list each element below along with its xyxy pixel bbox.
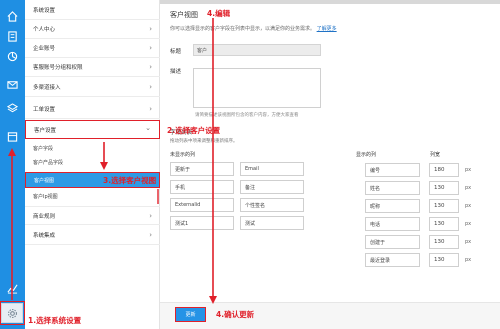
hidden-field-chip[interactable]: Externalid bbox=[170, 198, 234, 212]
chevron-right-icon: › bbox=[149, 25, 152, 33]
column-width-input[interactable]: 180 bbox=[429, 163, 459, 177]
menu-item-label: 工单设置 bbox=[33, 107, 56, 113]
menu-item-personal-center[interactable]: 个人中心 › bbox=[25, 20, 160, 39]
mail-icon[interactable] bbox=[4, 76, 21, 93]
description-label: 描述 bbox=[170, 69, 182, 75]
submenu-customer-fields[interactable]: 客户字段 bbox=[25, 141, 160, 156]
chevron-right-icon: › bbox=[149, 44, 152, 52]
shown-field-chip[interactable]: 最近登录 bbox=[365, 253, 420, 267]
column-width-input[interactable]: 130 bbox=[429, 253, 459, 267]
shown-field-chip[interactable]: 编号 bbox=[365, 163, 420, 177]
hidden-field-chip[interactable]: 个性签名 bbox=[240, 198, 304, 212]
chart-icon[interactable] bbox=[4, 48, 21, 65]
hidden-field-chip[interactable]: 测试1 bbox=[170, 216, 234, 230]
description-hint: 请简要描述该视图所包含的客户内容，方便大家查看 bbox=[195, 113, 299, 118]
menu-item-label: 系统集成 bbox=[33, 233, 56, 239]
annotation-step1: 1.选择系统设置 bbox=[28, 316, 82, 325]
title-input[interactable] bbox=[193, 44, 321, 56]
menu-item-integrations[interactable]: 系统集成 › bbox=[25, 226, 160, 245]
column-width-input[interactable]: 130 bbox=[429, 199, 459, 213]
hidden-field-chip[interactable]: 测试 bbox=[240, 216, 304, 230]
menu-item-label: 商业规则 bbox=[33, 213, 56, 220]
shown-columns-header: 显示的列 bbox=[356, 152, 377, 158]
stack-icon[interactable] bbox=[4, 100, 21, 117]
shown-field-chip[interactable]: 电话 bbox=[365, 217, 420, 231]
description-textarea[interactable] bbox=[193, 68, 321, 108]
column-width-input[interactable]: 130 bbox=[429, 217, 459, 231]
chevron-right-icon: › bbox=[149, 105, 152, 113]
column-width-input[interactable]: 130 bbox=[429, 181, 459, 195]
hidden-field-chip[interactable]: 备注 bbox=[240, 180, 304, 194]
px-unit: px bbox=[465, 239, 472, 245]
menu-item-channels[interactable]: 多渠道接入 › bbox=[25, 78, 160, 97]
shown-field-chip[interactable]: 姓名 bbox=[365, 181, 420, 195]
chevron-down-icon: ⌄ bbox=[145, 124, 151, 132]
chevron-right-icon: › bbox=[149, 231, 152, 239]
px-unit: px bbox=[465, 257, 472, 263]
menu-item-label: 个人中心 bbox=[33, 27, 56, 33]
px-unit: px bbox=[465, 167, 472, 173]
hidden-field-chip[interactable]: 手机 bbox=[170, 180, 234, 194]
main-panel: 客户视图 你可以选择显示的客户字段在列表中显示，以满足你的业务需求。 了解更多 … bbox=[160, 0, 500, 329]
shown-field-chip[interactable]: 昵称 bbox=[365, 199, 420, 213]
top-strip bbox=[160, 0, 500, 4]
menu-item-label: 企业账号 bbox=[33, 46, 56, 52]
page-description: 你可以选择显示的客户字段在列表中显示，以满足你的业务需求。 了解更多 bbox=[170, 25, 337, 32]
menu-item-business-rules[interactable]: 商业规则 › bbox=[25, 206, 160, 225]
bottom-action-bar bbox=[160, 302, 500, 329]
annotation-step2: 2.选择客户设置 bbox=[167, 126, 221, 135]
menu-item-customer-settings[interactable]: 客户设置 ⌄ bbox=[25, 120, 160, 139]
page-title: 客户视图 bbox=[170, 11, 198, 19]
shown-field-chip[interactable]: 创建于 bbox=[365, 235, 420, 249]
hidden-columns-header: 未显示的列 bbox=[170, 152, 196, 158]
description-text: 你可以选择显示的客户字段在列表中显示，以满足你的业务需求。 bbox=[170, 26, 316, 32]
column-width-input[interactable]: 130 bbox=[429, 235, 459, 249]
annotation-step3: 3.选择客户视图 bbox=[103, 176, 157, 185]
chevron-right-icon: › bbox=[149, 83, 152, 91]
calendar-icon[interactable] bbox=[4, 128, 21, 145]
settings-menu: 系统设置 个人中心 › 企业账号 › 客服账号分组和权限 › 多渠道接入 › 工… bbox=[25, 0, 160, 329]
settings-highlight bbox=[0, 301, 25, 325]
update-button[interactable]: 更新 bbox=[175, 307, 206, 322]
submenu-customer-product-fields[interactable]: 客户产品字段 bbox=[25, 155, 160, 170]
px-unit: px bbox=[465, 185, 472, 191]
analytics-icon[interactable] bbox=[4, 280, 21, 297]
px-unit: px bbox=[465, 203, 472, 209]
px-unit: px bbox=[465, 221, 472, 227]
annotation-step4-edit: 4.编辑 bbox=[207, 9, 231, 18]
chevron-right-icon: › bbox=[149, 212, 152, 220]
menu-item-label: 多渠道接入 bbox=[33, 85, 61, 91]
hidden-field-chip[interactable]: Email bbox=[240, 162, 304, 176]
icon-rail bbox=[0, 0, 25, 329]
annotation-step4-confirm: 4.确认更新 bbox=[216, 310, 255, 319]
menu-item-ticket-settings[interactable]: 工单设置 › bbox=[25, 100, 160, 119]
menu-item-label: 客服账号分组和权限 bbox=[33, 65, 83, 71]
learn-more-link[interactable]: 了解更多 bbox=[317, 26, 337, 32]
document-icon[interactable] bbox=[4, 28, 21, 45]
title-label: 标题 bbox=[170, 49, 182, 55]
home-icon[interactable] bbox=[4, 8, 21, 25]
menu-item-enterprise-account[interactable]: 企业账号 › bbox=[25, 39, 160, 58]
menu-item-label: 客户设置 bbox=[34, 127, 57, 134]
column-width-header: 列宽 bbox=[430, 152, 441, 158]
chevron-right-icon: › bbox=[149, 63, 152, 71]
fields-subtitle: 拖动列表中项来调整和重新排序。 bbox=[170, 139, 238, 144]
hidden-field-chip[interactable]: 更新于 bbox=[170, 162, 234, 176]
submenu-customer-ip-view[interactable]: 客户Ip视图 bbox=[25, 189, 160, 204]
menu-item-agent-groups[interactable]: 客服账号分组和权限 › bbox=[25, 58, 160, 77]
menu-header: 系统设置 bbox=[25, 0, 160, 20]
